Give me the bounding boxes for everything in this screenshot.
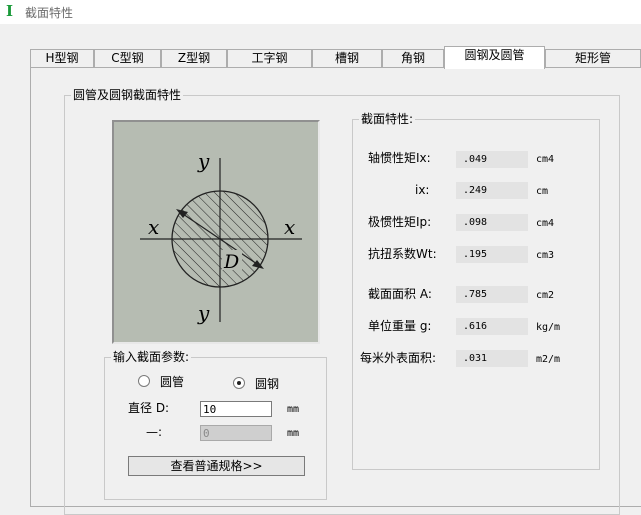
properties-title: 截面特性: — [359, 112, 416, 126]
tab-i-beam[interactable]: 工字钢 — [227, 49, 312, 68]
tab-z-steel[interactable]: Z型钢 — [161, 49, 227, 68]
prop-label-radius: ix: — [415, 183, 430, 197]
input-group-title: 输入截面参数: — [111, 350, 192, 364]
section-group-title: 圆管及圆钢截面特性 — [71, 88, 184, 102]
tab-angle[interactable]: 角钢 — [382, 49, 444, 68]
prop-label-wt: 抗扭系数Wt: — [368, 247, 437, 261]
prop-unit-wt: cm3 — [536, 250, 555, 261]
prop-label-ip: 极惯性矩Ip: — [368, 215, 432, 229]
prop-label-ix: 轴惯性矩Ix: — [368, 151, 431, 165]
prop-value-wt: .195 — [456, 246, 528, 263]
radio-pipe-label[interactable]: 圆管 — [160, 375, 184, 389]
x-axis-label-left: x — [148, 215, 159, 239]
radio-selected-dot — [237, 381, 241, 385]
radio-pipe[interactable] — [138, 375, 150, 387]
diameter-input[interactable] — [200, 401, 272, 417]
prop-label-area: 截面面积 A: — [368, 287, 432, 301]
prop-unit-weight: kg/m — [536, 322, 561, 333]
thickness-input[interactable] — [200, 425, 272, 441]
y-axis-label-bottom: y — [197, 301, 210, 325]
prop-unit-radius: cm — [536, 186, 549, 197]
prop-unit-ix: cm4 — [536, 154, 555, 165]
tab-round[interactable]: 圆钢及圆管 — [444, 46, 545, 69]
tab-c-steel[interactable]: C型钢 — [94, 49, 161, 68]
prop-value-ix: .049 — [456, 151, 528, 168]
diameter-label-text: 直径 D: — [128, 401, 170, 415]
tab-strip: H型钢 C型钢 Z型钢 工字钢 槽钢 角钢 圆钢及圆管 矩形管 — [30, 46, 641, 69]
diameter-unit: mm — [287, 404, 300, 415]
section-diagram: y y x x D — [112, 120, 320, 344]
prop-value-radius: .249 — [456, 182, 528, 199]
radio-bar-label[interactable]: 圆钢 — [255, 377, 279, 391]
prop-label-surface: 每米外表面积: — [360, 351, 437, 365]
thickness-label-text: —: — [146, 425, 163, 439]
tab-channel[interactable]: 槽钢 — [312, 49, 382, 68]
title-bar: I 截面特性 — [0, 0, 641, 24]
app-icon: I — [6, 2, 14, 20]
diameter-label: D — [223, 251, 239, 273]
y-axis-label-top: y — [197, 149, 210, 173]
radio-bar[interactable] — [233, 377, 245, 389]
prop-value-ip: .098 — [456, 214, 528, 231]
prop-unit-ip: cm4 — [536, 218, 555, 229]
window-title: 截面特性 — [25, 6, 74, 20]
view-standard-specs-button[interactable]: 查看普通规格>> — [128, 456, 305, 476]
tab-rect-tube[interactable]: 矩形管 — [545, 49, 641, 68]
prop-value-weight: .616 — [456, 318, 528, 335]
tab-h-steel[interactable]: H型钢 — [30, 49, 94, 68]
circle-section-drawing: y y x x D — [140, 149, 302, 325]
prop-value-surface: .031 — [456, 350, 528, 367]
x-axis-label-right: x — [284, 215, 295, 239]
prop-unit-surface: m2/m — [536, 354, 561, 365]
prop-label-weight: 单位重量 g: — [368, 319, 432, 333]
thickness-unit: mm — [287, 428, 300, 439]
prop-unit-area: cm2 — [536, 290, 555, 301]
prop-value-area: .785 — [456, 286, 528, 303]
